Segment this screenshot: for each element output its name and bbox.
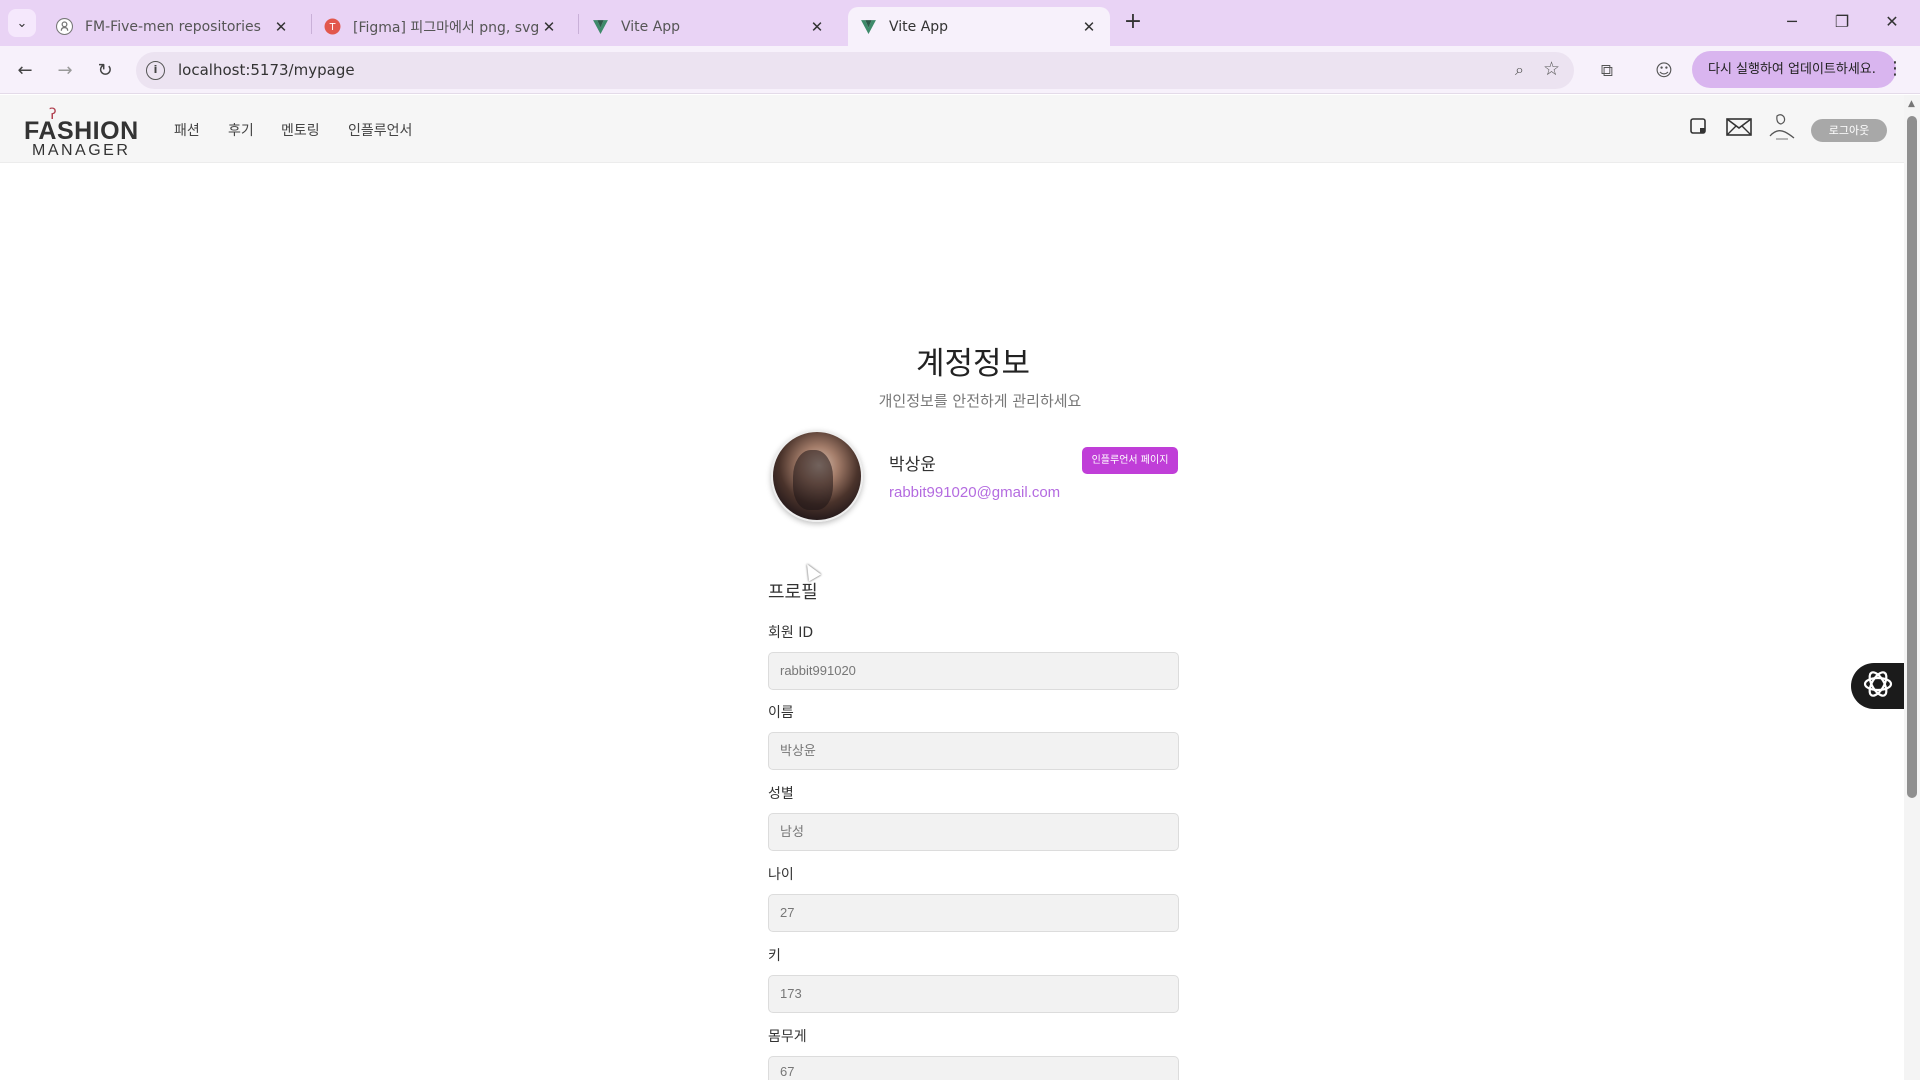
browser-tab[interactable]: FM-Five-men repositories ✕ xyxy=(44,7,302,46)
browser-tab-active[interactable]: Vite App ✕ xyxy=(848,7,1110,46)
mail-icon[interactable] xyxy=(1726,117,1752,142)
extensions-icon[interactable]: ⧉ xyxy=(1594,58,1620,84)
height-label: 키 xyxy=(768,948,781,964)
zoom-icon[interactable]: ⌕ xyxy=(1515,60,1524,80)
tablet-icon[interactable] xyxy=(1689,117,1707,140)
name-field[interactable]: 박상윤 xyxy=(768,732,1179,770)
update-label: 다시 실행하여 업데이트하세요. xyxy=(1708,62,1876,77)
close-tab-icon[interactable]: ✕ xyxy=(808,18,826,36)
site-info-icon[interactable]: i xyxy=(146,61,165,80)
name-label: 이름 xyxy=(768,705,794,721)
page-subtitle: 개인정보를 안전하게 관리하세요 xyxy=(878,392,1082,410)
tab-title: Vite App xyxy=(889,18,949,35)
age-field[interactable]: 27 xyxy=(768,894,1179,932)
browser-tab[interactable]: T [Figma] 피그마에서 png, svg, ... ✕ xyxy=(312,7,570,46)
vite-icon xyxy=(592,18,609,35)
back-icon[interactable]: ← xyxy=(11,57,39,85)
weight-label: 몸무게 xyxy=(768,1029,807,1045)
weight-field[interactable]: 67 xyxy=(768,1056,1179,1080)
nav-influencer[interactable]: 인플루언서 xyxy=(348,120,412,140)
member-id-label: 회원 ID xyxy=(768,625,814,641)
tab-title: FM-Five-men repositories xyxy=(85,18,261,35)
github-icon xyxy=(56,18,73,35)
height-field[interactable]: 173 xyxy=(768,975,1179,1013)
vite-icon xyxy=(860,18,877,35)
minimize-icon[interactable]: ─ xyxy=(1772,8,1812,36)
chevron-down-icon: ⌄ xyxy=(16,15,28,31)
svg-text:T: T xyxy=(329,22,336,33)
update-button[interactable]: 다시 실행하여 업데이트하세요. xyxy=(1692,51,1896,88)
avatar xyxy=(771,430,863,522)
tab-search-button[interactable]: ⌄ xyxy=(8,9,36,37)
page-scrollbar[interactable]: ▲ xyxy=(1904,95,1920,1080)
gender-label: 성별 xyxy=(768,786,794,802)
url-text[interactable]: localhost:5173/mypage xyxy=(178,61,355,79)
nav-mentoring[interactable]: 멘토링 xyxy=(281,120,320,140)
nav-fashion[interactable]: 패션 xyxy=(174,120,200,140)
close-window-icon[interactable]: ✕ xyxy=(1872,8,1912,36)
nav-reviews[interactable]: 후기 xyxy=(228,120,254,140)
openai-icon xyxy=(1861,667,1895,705)
scroll-up-icon[interactable]: ▲ xyxy=(1908,99,1915,109)
browser-menu-icon[interactable]: ⋮ xyxy=(1886,58,1904,79)
assistant-button[interactable] xyxy=(1851,663,1905,709)
forward-icon[interactable]: → xyxy=(51,57,79,85)
address-bar[interactable]: i localhost:5173/mypage ⌕ ☆ xyxy=(136,52,1574,89)
bookmark-star-icon[interactable]: ☆ xyxy=(1543,58,1560,80)
member-id-field[interactable]: rabbit991020 xyxy=(768,652,1179,690)
close-tab-icon[interactable]: ✕ xyxy=(272,18,290,36)
logo[interactable]: ʔ FASHION MANAGER xyxy=(24,105,144,159)
browser-tab-strip: ⌄ FM-Five-men repositories ✕ T [Figma] 피… xyxy=(0,0,1920,46)
logo-text-bottom: MANAGER xyxy=(32,142,131,159)
tab-divider xyxy=(578,14,579,34)
gender-field[interactable]: 남성 xyxy=(768,813,1179,851)
user-name: 박상윤 xyxy=(889,455,936,475)
profile-section-title: 프로필 xyxy=(768,582,818,603)
new-tab-button[interactable]: + xyxy=(1120,10,1146,36)
page-title: 계정정보 xyxy=(915,346,1031,382)
profile-icon[interactable]: ☺ xyxy=(1651,58,1677,84)
user-email: rabbit991020@gmail.com xyxy=(889,484,1061,501)
tab-title: Vite App xyxy=(621,18,681,35)
app-header: ʔ FASHION MANAGER 패션 후기 멘토링 인플루언서 로그아웃 xyxy=(0,95,1904,163)
influencer-page-button[interactable]: 인플루언서 페이지 xyxy=(1082,447,1178,474)
age-label: 나이 xyxy=(768,867,794,883)
browser-toolbar: ← → ↻ i localhost:5173/mypage ⌕ ☆ ⧉ ☺ 다시… xyxy=(0,46,1920,94)
tab-title: [Figma] 피그마에서 png, svg, ... xyxy=(353,19,540,36)
logout-button[interactable]: 로그아웃 xyxy=(1811,119,1887,142)
profile-sketch-icon[interactable] xyxy=(1767,112,1797,149)
close-tab-icon[interactable]: ✕ xyxy=(1080,18,1098,36)
reload-icon[interactable]: ↻ xyxy=(91,57,119,85)
close-tab-icon[interactable]: ✕ xyxy=(540,18,558,36)
scrollbar-thumb[interactable] xyxy=(1907,116,1917,798)
restore-icon[interactable]: ❐ xyxy=(1822,8,1862,36)
browser-tab[interactable]: Vite App ✕ xyxy=(580,7,838,46)
figma-icon: T xyxy=(324,18,341,35)
